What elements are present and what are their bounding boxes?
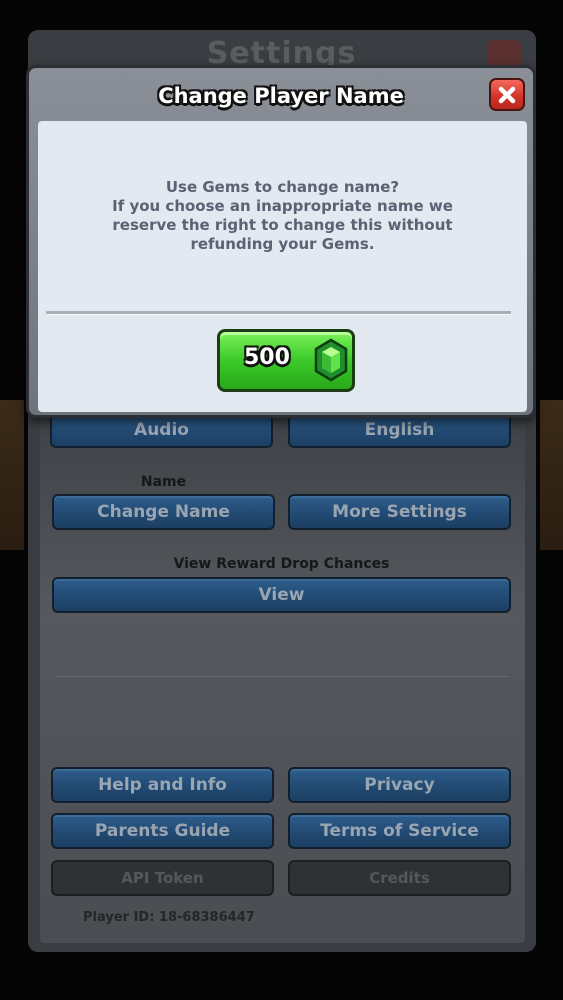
reward-drop-label: View Reward Drop Chances <box>173 556 390 572</box>
help-and-info-button[interactable]: Help and Info <box>51 767 274 803</box>
divider <box>55 676 510 677</box>
parents-guide-button[interactable]: Parents Guide <box>51 813 274 849</box>
privacy-button[interactable]: Privacy <box>288 767 511 803</box>
close-button[interactable] <box>489 78 525 111</box>
dialog-title: Change Player Name <box>158 84 404 108</box>
close-x-icon <box>498 86 516 103</box>
pay-gems-button[interactable]: 500 <box>217 329 355 392</box>
message-line: If you choose an inappropriate name we <box>112 197 453 215</box>
message-line: Use Gems to change name? <box>165 178 400 196</box>
name-label: Name <box>140 474 187 490</box>
gem-price: 500 <box>244 345 290 370</box>
dialog-content: Use Gems to change name? If you choose a… <box>38 121 527 412</box>
message-line: refunding your Gems. <box>190 235 375 253</box>
credits-button[interactable]: Credits <box>288 860 511 896</box>
background-edge-left <box>0 400 24 550</box>
change-name-dialog: Change Player Name Use Gems to change na… <box>26 65 536 418</box>
player-id: Player ID: 18-68386447 <box>83 910 255 925</box>
change-name-button[interactable]: Change Name <box>52 494 275 530</box>
more-settings-button[interactable]: More Settings <box>288 494 511 530</box>
dialog-separator <box>46 311 511 315</box>
message-line: reserve the right to change this without <box>112 216 453 234</box>
view-button[interactable]: View <box>52 577 511 613</box>
background-edge-right <box>540 400 563 550</box>
terms-of-service-button[interactable]: Terms of Service <box>288 813 511 849</box>
api-token-button[interactable]: API Token <box>51 860 274 896</box>
gem-icon <box>314 338 348 382</box>
dialog-message: Use Gems to change name? If you choose a… <box>58 178 507 254</box>
